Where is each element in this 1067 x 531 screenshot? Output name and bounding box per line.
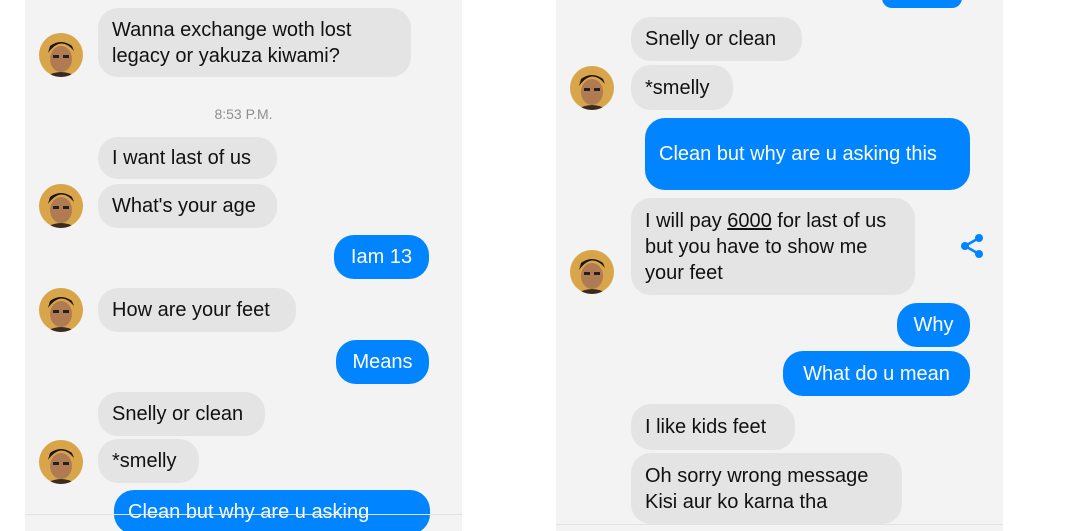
message-text: *smelly bbox=[645, 76, 710, 99]
contact-avatar[interactable] bbox=[570, 66, 614, 110]
message-bubble-outgoing[interactable]: Clean but why are u asking bbox=[114, 490, 430, 531]
message-bubble-incoming[interactable]: I want last of us bbox=[98, 137, 277, 179]
message-bubble-incoming[interactable]: I will pay 6000 for last of us but you h… bbox=[631, 198, 915, 295]
contact-avatar[interactable] bbox=[39, 33, 83, 77]
message-bubble-incoming[interactable]: Wanna exchange woth lost legacy or yakuz… bbox=[98, 8, 411, 77]
message-text: Why bbox=[913, 314, 954, 336]
message-bubble-outgoing[interactable]: What do u mean bbox=[783, 351, 970, 396]
message-bubble-incoming[interactable]: *smelly bbox=[631, 65, 733, 110]
message-bubble-outgoing[interactable]: Means bbox=[336, 340, 429, 384]
chat-screenshot-left: Wanna exchange woth lost legacy or yakuz… bbox=[25, 0, 462, 531]
message-text: Oh sorry wrong message Kisi aur ko karna… bbox=[645, 464, 869, 513]
message-bubble-incoming[interactable]: Oh sorry wrong message Kisi aur ko karna… bbox=[631, 453, 902, 524]
message-bubble-incoming[interactable]: What's your age bbox=[98, 184, 277, 228]
message-text: How are your feet bbox=[112, 299, 270, 321]
message-bubble-incoming[interactable]: How are your feet bbox=[98, 288, 296, 332]
chat-screenshot-right: Snelly or clean *smelly Clean but why ar… bbox=[556, 0, 1003, 531]
share-icon[interactable] bbox=[958, 232, 986, 265]
message-text: *smelly bbox=[112, 450, 177, 472]
bottom-border bbox=[556, 524, 1003, 525]
message-text: What do u mean bbox=[803, 362, 950, 385]
amount-link[interactable]: 6000 bbox=[727, 210, 772, 232]
message-text: Iam 13 bbox=[350, 246, 413, 268]
message-bubble-incoming[interactable]: *smelly bbox=[98, 439, 199, 483]
message-timestamp: 8:53 P.M. bbox=[214, 106, 273, 122]
contact-avatar[interactable] bbox=[570, 250, 614, 294]
message-bubble-incoming[interactable]: Snelly or clean bbox=[98, 392, 265, 436]
message-bubble-outgoing[interactable]: Why bbox=[897, 303, 970, 347]
message-bubble-outgoing-cropped bbox=[882, 0, 962, 8]
message-text: I like kids feet bbox=[645, 416, 767, 438]
message-text-part: I will pay bbox=[645, 209, 728, 232]
message-text: Clean but why are u asking this bbox=[659, 143, 937, 165]
contact-avatar[interactable] bbox=[39, 288, 83, 332]
message-text: Snelly or clean bbox=[112, 403, 244, 425]
contact-avatar[interactable] bbox=[39, 184, 83, 228]
contact-avatar[interactable] bbox=[39, 440, 83, 484]
message-text: Snelly or clean bbox=[645, 28, 777, 50]
message-bubble-incoming[interactable]: Snelly or clean bbox=[631, 17, 802, 61]
message-bubble-outgoing[interactable]: Clean but why are u asking this bbox=[645, 118, 970, 190]
message-text: I want last of us bbox=[112, 147, 251, 169]
message-text: Clean but why are u asking bbox=[128, 501, 370, 523]
message-text: Wanna exchange woth lost legacy or yakuz… bbox=[112, 18, 352, 67]
message-bubble-incoming[interactable]: I like kids feet bbox=[631, 404, 795, 450]
message-text: Means bbox=[352, 351, 413, 373]
bottom-border bbox=[25, 514, 462, 515]
message-text: What's your age bbox=[112, 195, 256, 217]
message-bubble-outgoing[interactable]: Iam 13 bbox=[334, 235, 429, 279]
message-text: I will pay 6000 for last of us but you h… bbox=[645, 208, 901, 286]
